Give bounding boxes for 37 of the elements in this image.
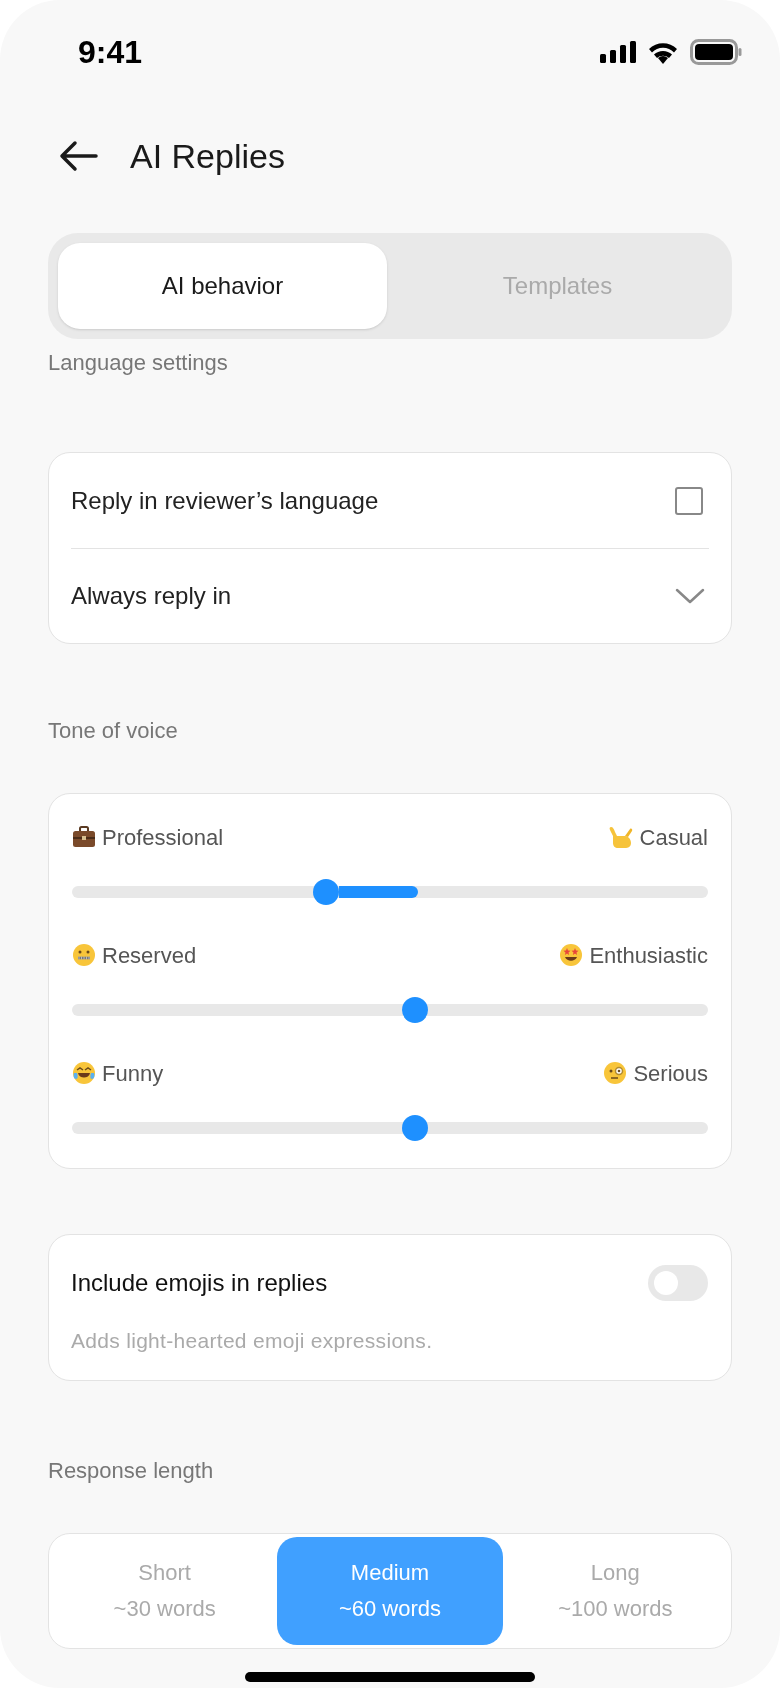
section-heading: Language settings bbox=[48, 349, 229, 377]
face-emoji-icon bbox=[603, 1061, 628, 1085]
slider-end-label: Funny bbox=[102, 1059, 164, 1088]
status-time: 9:41 bbox=[78, 33, 143, 72]
slider[interactable] bbox=[72, 879, 708, 905]
page-title: AI Replies bbox=[130, 135, 285, 177]
length-option[interactable]: Short ~30 words bbox=[52, 1537, 278, 1645]
setting-description: Adds light-hearted emoji expressions. bbox=[71, 1328, 434, 1354]
slider-end-label: Casual bbox=[639, 823, 708, 852]
tab[interactable]: AI behavior bbox=[58, 243, 387, 329]
battery-icon bbox=[690, 39, 742, 65]
checkbox[interactable] bbox=[675, 486, 703, 515]
slider-thumb[interactable] bbox=[402, 1115, 429, 1141]
slider-end-label: Reserved bbox=[102, 941, 197, 970]
face-emoji-icon bbox=[72, 943, 96, 967]
signal-icon bbox=[600, 41, 636, 63]
setting-title: Include emojis in replies bbox=[71, 1268, 328, 1298]
face-emoji-icon bbox=[72, 1061, 96, 1085]
section-heading: Tone of voice bbox=[48, 717, 179, 745]
slider-thumb[interactable] bbox=[313, 879, 340, 905]
back-arrow-icon bbox=[59, 140, 99, 172]
length-option[interactable]: Long ~100 words bbox=[502, 1537, 728, 1645]
slider-end-label: Serious bbox=[633, 1059, 708, 1088]
wifi-icon bbox=[646, 40, 680, 64]
tab[interactable]: Templates bbox=[393, 243, 722, 329]
chevron-down-icon[interactable] bbox=[675, 587, 705, 605]
briefcase-icon bbox=[72, 826, 96, 848]
slider[interactable] bbox=[72, 1115, 708, 1141]
setting-label: Always reply in bbox=[71, 581, 232, 611]
setting-label: Reply in reviewer’s language bbox=[71, 485, 379, 516]
slider-end-label: Professional bbox=[102, 823, 224, 852]
slider[interactable] bbox=[72, 997, 708, 1023]
slider-end-label: Enthusiastic bbox=[589, 941, 708, 970]
slider-thumb[interactable] bbox=[402, 997, 429, 1023]
length-option[interactable]: Medium ~60 words bbox=[277, 1537, 503, 1645]
face-emoji-icon bbox=[559, 943, 584, 967]
section-heading: Response length bbox=[48, 1457, 215, 1485]
